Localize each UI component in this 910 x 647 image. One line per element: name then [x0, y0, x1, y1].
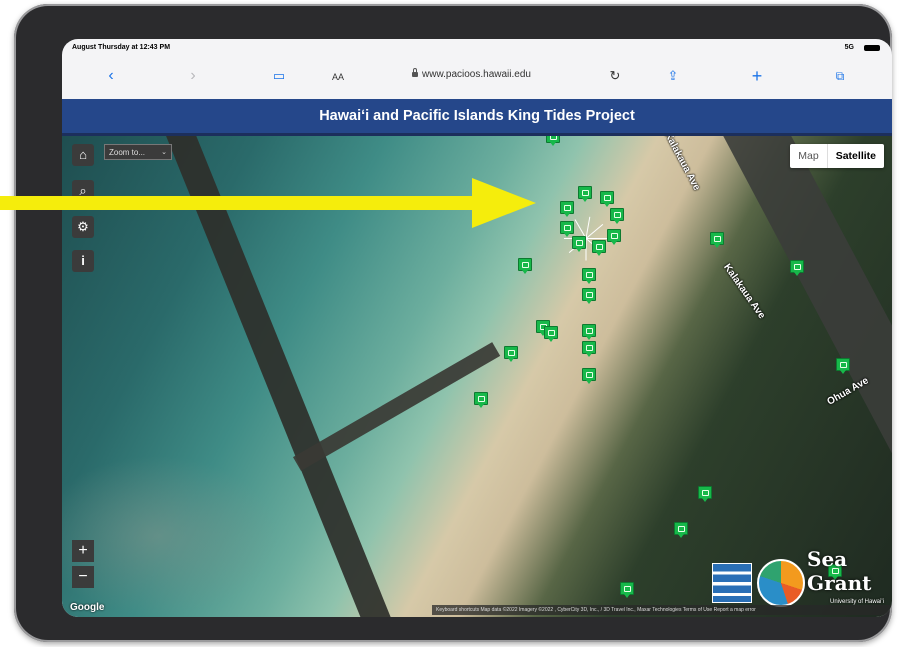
photo-marker[interactable]	[710, 232, 724, 248]
camera-icon	[840, 362, 847, 368]
camera-icon	[522, 262, 529, 268]
pacioos-logo	[712, 563, 752, 603]
photo-marker[interactable]	[474, 392, 488, 408]
zoom-in-button[interactable]: +	[72, 540, 94, 562]
annotation-arrow-head	[472, 178, 536, 228]
camera-icon	[714, 236, 721, 242]
photo-marker[interactable]	[600, 191, 614, 207]
cluster-spoke	[586, 238, 608, 239]
map-type-toggle: Map Satellite	[790, 144, 884, 168]
camera-icon	[586, 372, 593, 378]
camera-icon	[586, 272, 593, 278]
photo-marker[interactable]	[544, 326, 558, 342]
camera-icon	[794, 264, 801, 270]
zoom-out-button[interactable]: −	[72, 566, 94, 588]
map-attribution[interactable]: Keyboard shortcuts Map data ©2022 Imager…	[432, 605, 892, 615]
book-icon[interactable]: ▭	[268, 67, 290, 85]
text-size-button[interactable]: AA	[332, 72, 344, 82]
gear-icon[interactable]: ⚙	[72, 216, 94, 238]
camera-icon	[508, 350, 515, 356]
map-type-map[interactable]: Map	[790, 144, 828, 168]
camera-icon	[586, 328, 593, 334]
photo-marker[interactable]	[572, 236, 586, 252]
plus-icon[interactable]: +	[746, 67, 768, 85]
camera-icon	[678, 526, 685, 532]
photo-marker[interactable]	[560, 201, 574, 217]
photo-marker[interactable]	[592, 240, 606, 256]
chevron-down-icon: ⌄	[161, 149, 167, 156]
camera-icon	[564, 225, 571, 231]
page-title: Hawaiʻi and Pacific Islands King Tides P…	[62, 99, 892, 136]
zoom-to-label: Zoom to...	[109, 148, 146, 157]
photo-marker[interactable]	[546, 136, 560, 146]
photo-marker[interactable]	[582, 341, 596, 357]
camera-icon	[614, 212, 621, 218]
camera-icon	[550, 136, 557, 140]
screen: August Thursday at 12:43 PM 5G ‹ › ▭ AA …	[62, 39, 892, 617]
tabs-icon[interactable]: ⧉	[829, 67, 851, 85]
camera-icon	[548, 330, 555, 336]
map-type-satellite[interactable]: Satellite	[828, 144, 884, 168]
lock-icon	[412, 68, 418, 77]
camera-icon	[582, 190, 589, 196]
photo-marker[interactable]	[582, 324, 596, 340]
camera-icon	[624, 586, 631, 592]
camera-icon	[564, 205, 571, 211]
annotation-arrow-shaft	[0, 196, 482, 210]
photo-marker[interactable]	[582, 368, 596, 384]
status-time: August Thursday at 12:43 PM	[72, 44, 171, 51]
battery-icon	[864, 45, 880, 51]
info-icon[interactable]: i	[72, 250, 94, 272]
forward-icon[interactable]: ›	[182, 67, 204, 85]
photo-marker[interactable]	[674, 522, 688, 538]
photo-marker[interactable]	[698, 486, 712, 502]
photo-marker[interactable]	[518, 258, 532, 274]
camera-icon	[611, 233, 618, 239]
ipad-frame: August Thursday at 12:43 PM 5G ‹ › ▭ AA …	[14, 4, 892, 642]
camera-icon	[586, 292, 593, 298]
camera-icon	[478, 396, 485, 402]
status-signal: 5G	[844, 44, 854, 51]
street-label: Kalakaua Ave	[721, 262, 768, 321]
photo-marker[interactable]	[560, 221, 574, 237]
address-bar[interactable]: www.pacioos.hawaii.edu	[412, 68, 612, 80]
photo-marker[interactable]	[578, 186, 592, 202]
camera-icon	[604, 195, 611, 201]
home-icon[interactable]: ⌂	[72, 144, 94, 166]
share-icon[interactable]: ⇪	[662, 67, 684, 85]
sea-grant-logo: Sea Grant	[807, 547, 872, 595]
photo-marker[interactable]	[610, 208, 624, 224]
photo-marker[interactable]	[504, 346, 518, 362]
zoom-to-select[interactable]: Zoom to... ⌄	[104, 144, 172, 160]
back-icon[interactable]: ‹	[100, 67, 122, 85]
street-label: Kalakaua Ave	[662, 136, 703, 193]
pier	[293, 342, 501, 471]
king-tides-logo	[757, 559, 805, 607]
status-bar: August Thursday at 12:43 PM 5G	[62, 39, 892, 55]
url-text: www.pacioos.hawaii.edu	[422, 69, 531, 80]
photo-marker[interactable]	[620, 582, 634, 598]
photo-marker[interactable]	[607, 229, 621, 245]
photo-marker[interactable]	[582, 288, 596, 304]
photo-marker[interactable]	[790, 260, 804, 276]
reload-icon[interactable]: ↻	[604, 67, 626, 85]
photo-marker[interactable]	[836, 358, 850, 374]
camera-icon	[586, 345, 593, 351]
camera-icon	[702, 490, 709, 496]
camera-icon	[576, 240, 583, 246]
browser-toolbar: ‹ › ▭ AA www.pacioos.hawaii.edu ↻ ⇪ + ⧉	[62, 55, 892, 100]
camera-icon	[596, 244, 603, 250]
photo-marker[interactable]	[582, 268, 596, 284]
google-logo: Google	[70, 602, 105, 613]
